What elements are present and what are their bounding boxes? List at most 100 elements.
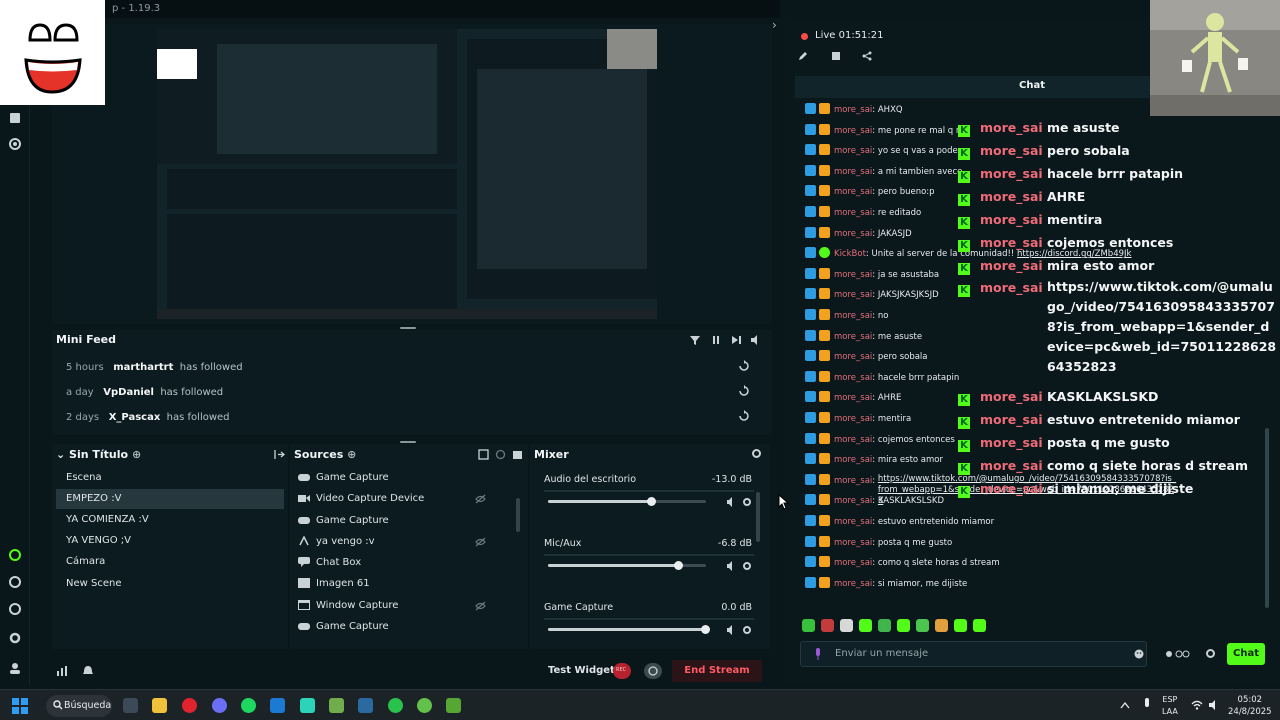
emote-icon[interactable] [821, 619, 834, 632]
chat-username[interactable]: more_sai [834, 105, 872, 115]
group-icon[interactable] [478, 449, 489, 460]
collapse-panel-chevron-icon[interactable]: › [772, 18, 777, 32]
source-item[interactable]: Game Capture [298, 621, 498, 641]
emote-icon[interactable] [954, 619, 967, 632]
source-item[interactable]: Imagen 61 [298, 578, 498, 598]
chat-username[interactable]: more_sai [834, 517, 872, 527]
scene-item[interactable]: YA VENGO ;V [56, 531, 284, 551]
chat-username[interactable]: more_sai [834, 496, 872, 506]
scene-item[interactable]: New Scene [56, 574, 284, 594]
opera-browser-icon[interactable] [182, 698, 197, 713]
stream-preview[interactable] [52, 24, 772, 324]
chat-username[interactable]: more_sai [834, 455, 872, 465]
windows-start-icon[interactable] [12, 698, 28, 714]
chat-users-icon[interactable] [1165, 648, 1191, 660]
emote-icon[interactable] [916, 619, 929, 632]
replay-alert-icon[interactable] [738, 410, 750, 422]
task-view-icon[interactable] [123, 698, 138, 713]
gear-icon[interactable] [742, 625, 752, 635]
scene-item[interactable]: Cámara [56, 552, 284, 572]
chat-username[interactable]: more_sai [834, 229, 872, 239]
chat-settings-icon[interactable] [1205, 648, 1216, 659]
chat-username[interactable]: more_sai [834, 373, 872, 383]
add-source-icon[interactable]: ⊕ [347, 448, 356, 461]
emote-icon[interactable] [840, 619, 853, 632]
xbox-icon[interactable] [417, 698, 432, 713]
test-widgets-button[interactable]: Test Widgets [548, 665, 621, 676]
emoji-icon[interactable] [1134, 649, 1144, 659]
record-button[interactable]: REC [613, 663, 631, 679]
chat-username[interactable]: more_sai [834, 435, 872, 445]
link-icon[interactable] [8, 548, 22, 562]
source-item[interactable]: Chat Box [298, 557, 498, 577]
hidden-source-icon[interactable] [475, 601, 486, 611]
speaker-icon[interactable] [726, 625, 736, 635]
send-chat-button[interactable]: Chat [1227, 643, 1265, 665]
source-item[interactable]: Video Capture Device [298, 493, 498, 513]
stats-icon[interactable] [56, 665, 68, 677]
replay-alert-icon[interactable] [738, 385, 750, 397]
replay-alert-icon[interactable] [738, 360, 750, 372]
taskbar-clock[interactable]: 05:02 24/8/2025 [1228, 694, 1272, 718]
profile-icon[interactable] [8, 661, 22, 675]
record-icon[interactable] [8, 137, 22, 151]
minecraft-icon[interactable] [446, 698, 461, 713]
scene-item[interactable]: YA COMIENZA :V [56, 510, 284, 530]
mixer-settings-icon[interactable] [751, 448, 762, 459]
chat-username[interactable]: more_sai [834, 352, 872, 362]
speaker-icon[interactable] [726, 561, 736, 571]
sources-scrollbar[interactable] [516, 498, 520, 532]
speaker-icon[interactable] [726, 497, 736, 507]
hidden-source-icon[interactable] [475, 494, 486, 504]
emote-icon[interactable] [802, 619, 815, 632]
share-icon[interactable] [8, 575, 22, 589]
replay-buffer-button[interactable] [644, 663, 662, 679]
chat-username[interactable]: more_sai [834, 167, 872, 177]
source-item[interactable]: ya vengo :v [298, 535, 498, 556]
steam-icon[interactable] [358, 698, 373, 713]
hidden-source-icon[interactable] [475, 537, 486, 547]
source-item[interactable]: Game Capture [298, 515, 498, 535]
streamlabs-icon[interactable] [300, 698, 315, 713]
settings-icon[interactable] [8, 631, 22, 645]
emote-icon[interactable] [973, 619, 986, 632]
volume-slider[interactable] [548, 561, 706, 570]
scene-transition-icon[interactable] [274, 449, 285, 460]
volume-slider[interactable] [548, 625, 710, 634]
scene-collection-title[interactable]: ⌄ Sin Título ⊕ [56, 448, 141, 461]
source-item[interactable]: Game Capture [298, 472, 498, 492]
volume-slider[interactable] [548, 497, 706, 506]
chat-username[interactable]: KickBot [834, 249, 866, 259]
chat-username[interactable]: more_sai [834, 579, 872, 589]
wifi-icon[interactable] [1191, 699, 1203, 711]
mic-icon[interactable] [813, 648, 823, 660]
emote-icon[interactable] [859, 619, 872, 632]
photos-icon[interactable] [270, 698, 285, 713]
emote-icon[interactable] [897, 619, 910, 632]
scene-item[interactable]: Escena [56, 468, 284, 488]
gear-icon[interactable] [742, 561, 752, 571]
chat-username[interactable]: more_sai [834, 538, 872, 548]
chat-username[interactable]: more_sai [834, 208, 872, 218]
hide-icon[interactable] [495, 449, 506, 460]
chat-username[interactable]: more_sai [834, 187, 872, 197]
pause-icon[interactable] [710, 334, 722, 346]
volume-icon[interactable] [750, 334, 762, 346]
scene-item-active[interactable]: EMPEZO :V [56, 489, 284, 509]
spotify-icon[interactable] [241, 698, 256, 713]
chat-input[interactable]: Enviar un mensaje [800, 641, 1147, 667]
dashboard-icon[interactable] [8, 111, 22, 125]
volume-knob[interactable] [701, 625, 710, 634]
whatsapp-icon[interactable] [388, 698, 403, 713]
share-link-icon[interactable] [861, 50, 873, 62]
skip-icon[interactable] [730, 334, 742, 346]
chat-username[interactable]: more_sai [834, 311, 872, 321]
folder-icon[interactable] [512, 449, 523, 460]
volume-tray-icon[interactable] [1208, 699, 1220, 711]
game-launcher-icon[interactable] [329, 698, 344, 713]
plugin-icon[interactable] [8, 602, 22, 616]
chat-username[interactable]: more_sai [834, 126, 872, 136]
chat-username[interactable]: more_sai [834, 146, 872, 156]
filter-icon[interactable] [689, 334, 701, 346]
system-tray-chevron-icon[interactable] [1120, 701, 1130, 709]
